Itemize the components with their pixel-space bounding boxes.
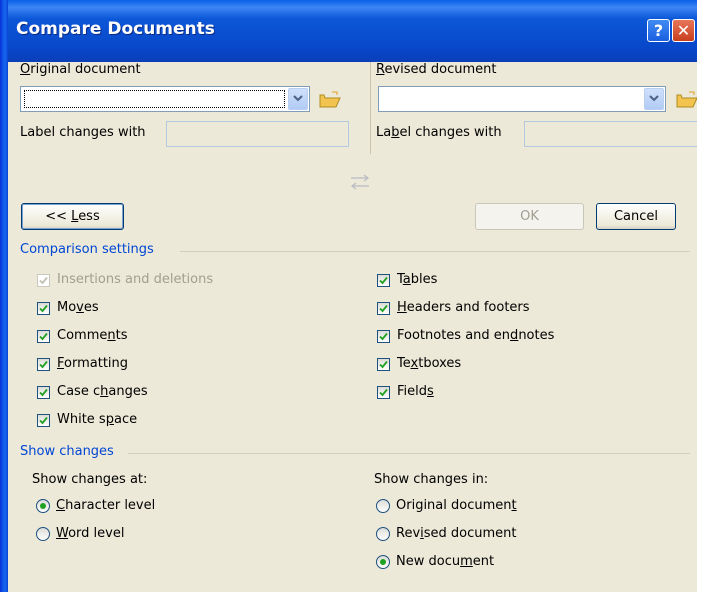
option-label: Fields (397, 384, 434, 399)
show-changes-at-label: Show changes at: (32, 472, 148, 487)
window-frame-left (0, 0, 8, 592)
swap-arrows-icon (351, 174, 369, 190)
chevron-down-icon (649, 95, 659, 102)
cancel-button[interactable]: Cancel (596, 203, 676, 230)
checkmark-icon (39, 276, 48, 285)
checkbox-left-4[interactable] (37, 386, 50, 399)
checkbox-left-3[interactable] (37, 358, 50, 371)
checkbox-right-2[interactable] (377, 330, 390, 343)
vertical-divider (370, 62, 371, 154)
checkmark-icon (39, 388, 48, 397)
option-label: White space (57, 412, 138, 427)
help-button[interactable]: ? (647, 19, 670, 42)
revised-label-changes-input (524, 121, 705, 147)
radio-dot (40, 503, 46, 509)
checkmark-icon (379, 388, 388, 397)
option-label: Textboxes (397, 356, 462, 371)
focus-rectangle (24, 90, 285, 108)
revised-document-label: Revised document (376, 62, 497, 77)
checkmark-icon (39, 304, 48, 313)
checkmark-icon (39, 416, 48, 425)
question-mark-icon: ? (653, 21, 664, 40)
show-changes-heading: Show changes (20, 444, 114, 459)
radio-in-options-2[interactable] (376, 555, 390, 569)
open-folder-icon[interactable] (675, 90, 699, 110)
dialog-client-area: Original document Label changes with Rev… (8, 62, 705, 592)
checkbox-left-2[interactable] (37, 330, 50, 343)
revised-document-dropdown-button[interactable] (644, 88, 664, 110)
window-frame-right (697, 0, 705, 592)
option-label: Formatting (57, 356, 129, 371)
checkmark-icon (379, 332, 388, 341)
checkbox-left-0 (37, 274, 50, 287)
radio-in-options-1[interactable] (376, 527, 390, 541)
checkbox-right-4[interactable] (377, 386, 390, 399)
original-label-changes-input (166, 121, 349, 147)
compare-documents-dialog: Compare Documents ? ✕ Original document … (0, 0, 705, 592)
show-changes-separator (128, 453, 690, 454)
checkbox-right-3[interactable] (377, 358, 390, 371)
radio-dot (380, 559, 386, 565)
title-bar[interactable]: Compare Documents ? ✕ (0, 0, 705, 62)
option-label: Headers and footers (397, 300, 530, 315)
original-document-combo[interactable] (20, 86, 310, 112)
revised-label-changes-label: Label changes with (376, 125, 502, 140)
original-document-label: Original document (20, 62, 141, 77)
checkbox-left-1[interactable] (37, 302, 50, 315)
show-changes-in-label: Show changes in: (374, 472, 489, 487)
option-label: Moves (57, 300, 99, 315)
option-label: New document (396, 554, 495, 569)
checkmark-icon (379, 304, 388, 313)
radio-at-options-0[interactable] (36, 499, 50, 513)
ok-button[interactable]: OK (475, 203, 584, 230)
close-x-icon: ✕ (676, 21, 691, 40)
checkbox-right-1[interactable] (377, 302, 390, 315)
option-label: Character level (56, 498, 156, 513)
checkmark-icon (379, 276, 388, 285)
option-label: Footnotes and endnotes (397, 328, 555, 343)
comparison-settings-separator (180, 251, 690, 252)
option-label: Case changes (57, 384, 148, 399)
option-label: Comments (57, 328, 128, 343)
open-folder-icon[interactable] (318, 90, 342, 110)
dialog-title: Compare Documents (16, 19, 215, 39)
option-label: Revised document (396, 526, 517, 541)
option-label: Original document (396, 498, 517, 513)
checkmark-icon (39, 332, 48, 341)
original-document-dropdown-button[interactable] (288, 88, 308, 110)
checkbox-right-0[interactable] (377, 274, 390, 287)
revised-document-combo[interactable] (378, 86, 666, 112)
checkmark-icon (39, 360, 48, 369)
chevron-down-icon (293, 95, 303, 102)
close-button[interactable]: ✕ (672, 19, 695, 42)
checkbox-left-5[interactable] (37, 414, 50, 427)
checkmark-icon (379, 360, 388, 369)
less-button[interactable]: << Less (21, 203, 124, 230)
option-label: Word level (56, 526, 125, 541)
option-label: Insertions and deletions (57, 272, 214, 287)
original-label-changes-label: Label changes with (20, 125, 146, 140)
radio-at-options-1[interactable] (36, 527, 50, 541)
comparison-settings-heading: Comparison settings (20, 242, 154, 257)
radio-in-options-0[interactable] (376, 499, 390, 513)
option-label: Tables (397, 272, 438, 287)
